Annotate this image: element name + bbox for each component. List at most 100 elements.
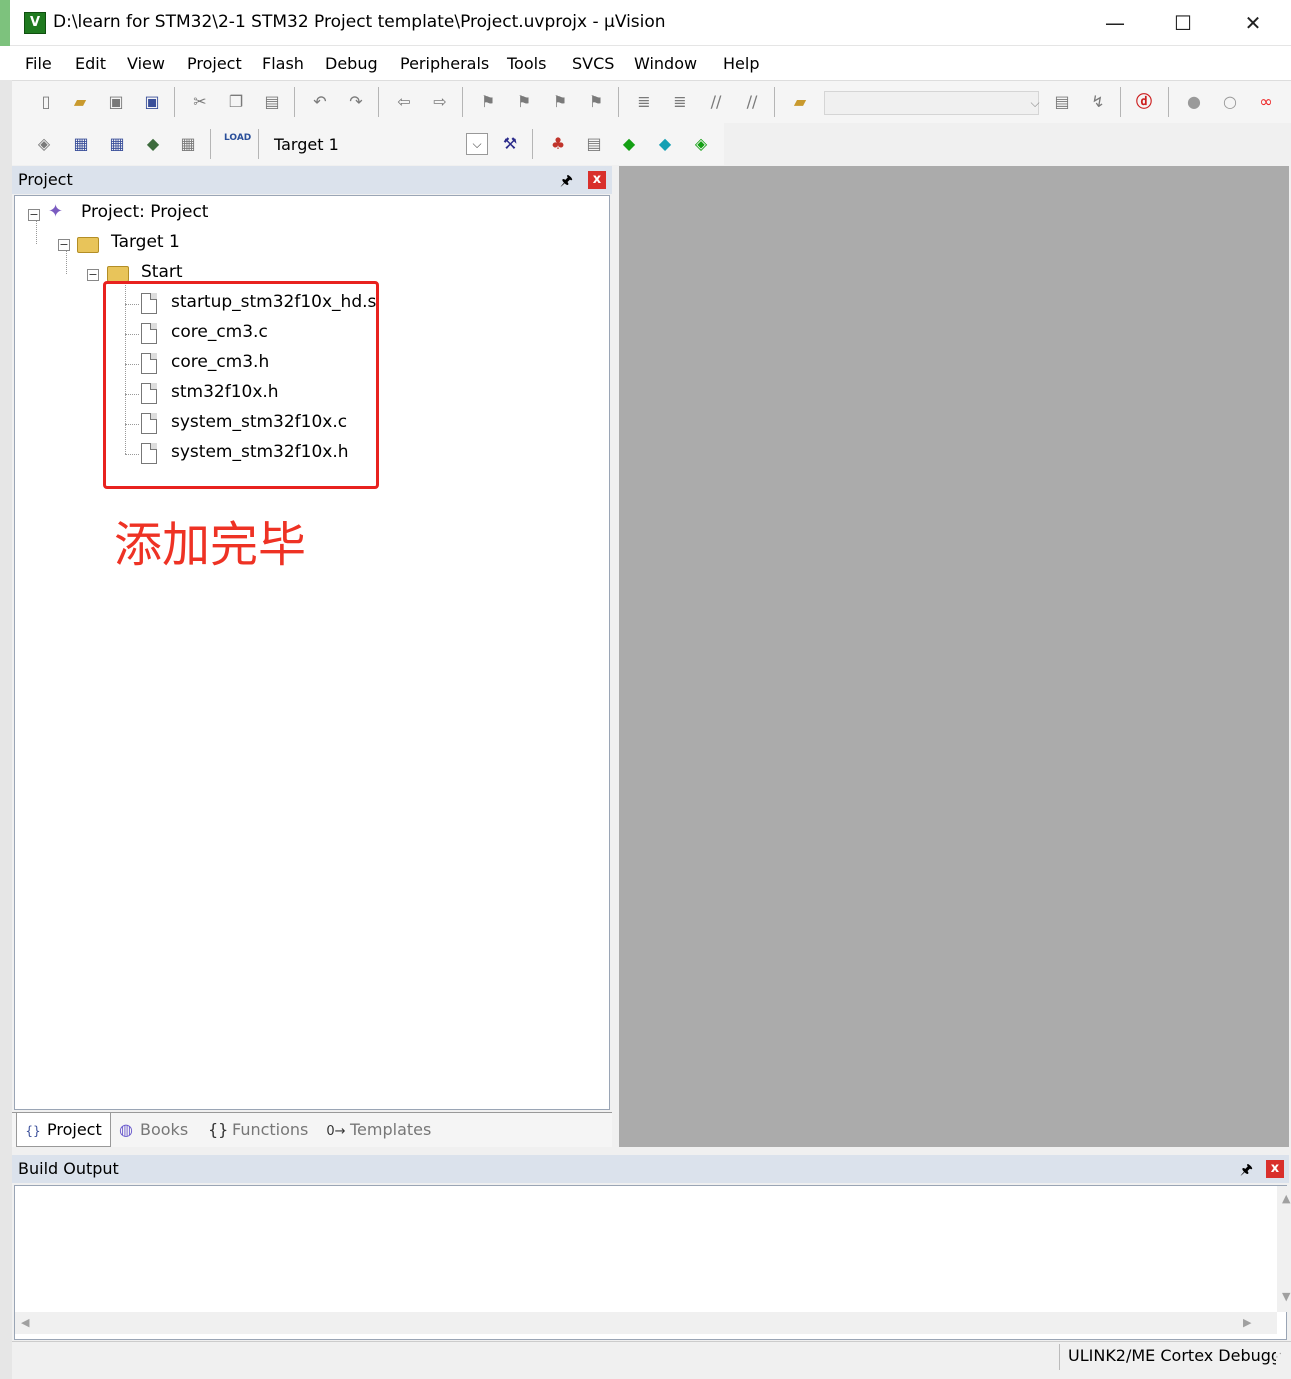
bookmark-clear-icon[interactable]: ⚑ xyxy=(584,90,608,114)
navigate-back-icon[interactable]: ⇦ xyxy=(392,90,416,114)
scroll-down-icon[interactable]: ▼ xyxy=(1282,1290,1290,1303)
scroll-right-icon[interactable]: ▶ xyxy=(1243,1316,1251,1329)
menu-file[interactable]: File xyxy=(25,54,52,73)
undo-icon[interactable]: ↶ xyxy=(308,90,332,114)
paste-icon[interactable]: ▤ xyxy=(260,90,284,114)
chevron-down-icon[interactable]: ⌵ xyxy=(1026,91,1044,115)
menu-help[interactable]: Help xyxy=(723,54,759,73)
tree-node-label: Target 1 xyxy=(111,232,180,252)
project-panel-title: Project xyxy=(18,170,73,189)
title-bar: V D:\learn for STM32\2-1 STM32 Project t… xyxy=(0,0,1291,46)
uvision-app-icon: V xyxy=(24,12,46,34)
menu-window[interactable]: Window xyxy=(634,54,697,73)
target-select[interactable]: Target 1 ⌵ xyxy=(270,132,488,158)
find-in-files-icon[interactable]: ▰ xyxy=(788,90,812,114)
manage-multi-project-icon[interactable]: ▤ xyxy=(582,132,606,156)
resize-grip-icon[interactable]: ⋰ xyxy=(1272,1352,1282,1363)
copy-icon[interactable]: ❐ xyxy=(224,90,248,114)
disable-breakpoint-icon[interactable]: ○ xyxy=(1218,90,1242,114)
comment-icon[interactable]: // xyxy=(704,90,728,114)
toolbar-separator xyxy=(532,129,533,159)
window-title: D:\learn for STM32\2-1 STM32 Project tem… xyxy=(53,12,666,32)
tab-functions[interactable]: {} Functions xyxy=(208,1113,318,1147)
build-output-text[interactable]: ▲ ▼ ◀ ▶ xyxy=(14,1185,1291,1340)
tab-label: Templates xyxy=(350,1120,432,1139)
select-software-packs-icon[interactable]: ◆ xyxy=(653,132,677,156)
menu-debug[interactable]: Debug xyxy=(325,54,378,73)
file-toolbar: ▯ ▰ ▣ ▣ ✂ ❐ ▤ ↶ ↷ ⇦ ⇨ ⚑ ⚑ ⚑ ⚑ ≣ ≣ // // … xyxy=(12,80,1291,123)
collapse-icon[interactable]: − xyxy=(87,269,99,281)
tree-node-project[interactable]: − ✦ Project: Project xyxy=(15,200,315,230)
bookmark-previous-icon[interactable]: ⚑ xyxy=(512,90,536,114)
tree-node-target[interactable]: − Target 1 xyxy=(15,230,315,260)
menu-tools[interactable]: Tools xyxy=(507,54,546,73)
redo-icon[interactable]: ↷ xyxy=(344,90,368,114)
open-file-icon[interactable]: ▰ xyxy=(68,90,92,114)
navigate-forward-icon[interactable]: ⇨ xyxy=(428,90,452,114)
close-panel-button[interactable]: x xyxy=(588,171,606,189)
batch-build-icon[interactable]: ◆ xyxy=(141,132,165,156)
project-icon: ✦ xyxy=(48,201,64,222)
menu-edit[interactable]: Edit xyxy=(75,54,106,73)
collapse-icon[interactable]: − xyxy=(58,239,70,251)
toolbar-separator xyxy=(378,87,379,117)
cut-icon[interactable]: ✂ xyxy=(188,90,212,114)
horizontal-scrollbar[interactable]: ◀ ▶ xyxy=(15,1312,1277,1334)
scroll-left-icon[interactable]: ◀ xyxy=(21,1316,29,1329)
manage-run-time-environment-icon[interactable]: ◆ xyxy=(617,132,641,156)
menu-svcs[interactable]: SVCS xyxy=(572,54,614,73)
find-icon[interactable]: ▤ xyxy=(1050,90,1074,114)
debug-session-icon[interactable]: ⓓ xyxy=(1132,90,1156,114)
project-window-icon: {} xyxy=(25,1124,41,1138)
kill-breakpoints-icon[interactable]: ∞ xyxy=(1254,90,1278,114)
menu-view[interactable]: View xyxy=(127,54,165,73)
maximize-button[interactable]: ☐ xyxy=(1148,0,1218,46)
close-window-button[interactable]: ✕ xyxy=(1218,0,1288,46)
stop-build-icon[interactable]: ▦ xyxy=(176,132,200,156)
close-panel-button[interactable]: x xyxy=(1266,1160,1284,1178)
scroll-up-icon[interactable]: ▲ xyxy=(1282,1192,1290,1205)
minimize-button[interactable]: — xyxy=(1080,0,1150,46)
toolbar-separator xyxy=(210,129,211,159)
menu-peripherals[interactable]: Peripherals xyxy=(400,54,489,73)
target-folder-icon xyxy=(77,237,99,253)
find-combo-box[interactable] xyxy=(824,91,1039,115)
collapse-icon[interactable]: − xyxy=(28,209,40,221)
debugger-status: ULINK2/ME Cortex Debugger xyxy=(1068,1346,1276,1365)
toolbar-separator xyxy=(1120,87,1121,117)
translate-icon[interactable]: ◈ xyxy=(32,132,56,156)
download-load-icon[interactable]: LOAD xyxy=(224,132,251,156)
breakpoint-icon[interactable]: ● xyxy=(1182,90,1206,114)
pin-icon[interactable]: 🖈 xyxy=(1240,1159,1253,1183)
tab-project[interactable]: {} Project xyxy=(16,1113,111,1147)
vertical-scrollbar[interactable]: ▲ ▼ xyxy=(1277,1186,1291,1312)
folder-open-icon xyxy=(107,266,129,282)
pin-icon[interactable]: 🖈 xyxy=(560,170,573,194)
toolbar-separator xyxy=(774,87,775,117)
new-file-icon[interactable]: ▯ xyxy=(34,90,58,114)
menu-flash[interactable]: Flash xyxy=(262,54,304,73)
uncomment-icon[interactable]: // xyxy=(740,90,764,114)
rebuild-icon[interactable]: ▦ xyxy=(105,132,129,156)
pack-installer-icon[interactable]: ◈ xyxy=(689,132,713,156)
status-divider xyxy=(1059,1344,1060,1370)
bookmark-next-icon[interactable]: ⚑ xyxy=(548,90,572,114)
unindent-icon[interactable]: ≣ xyxy=(668,90,692,114)
menu-project[interactable]: Project xyxy=(187,54,242,73)
manage-project-items-icon[interactable]: ♣ xyxy=(546,132,570,156)
indent-icon[interactable]: ≣ xyxy=(632,90,656,114)
build-icon[interactable]: ▦ xyxy=(69,132,93,156)
options-for-target-icon[interactable]: ⚒ xyxy=(498,132,522,156)
tab-templates[interactable]: 0→ Templates xyxy=(326,1113,444,1147)
window-left-edge xyxy=(0,46,12,1379)
editor-area[interactable] xyxy=(619,166,1289,1147)
chevron-down-icon[interactable]: ⌵ xyxy=(466,133,488,155)
bookmark-toggle-icon[interactable]: ⚑ xyxy=(476,90,500,114)
tab-label: Functions xyxy=(232,1120,309,1139)
project-panel-header: Project 🖈 x xyxy=(12,166,612,194)
status-bar: ULINK2/ME Cortex Debugger ⋰ xyxy=(12,1341,1291,1371)
save-icon[interactable]: ▣ xyxy=(104,90,128,114)
tab-books[interactable]: ◍ Books xyxy=(116,1113,201,1147)
incremental-find-icon[interactable]: ↯ xyxy=(1086,90,1110,114)
save-all-icon[interactable]: ▣ xyxy=(140,90,164,114)
